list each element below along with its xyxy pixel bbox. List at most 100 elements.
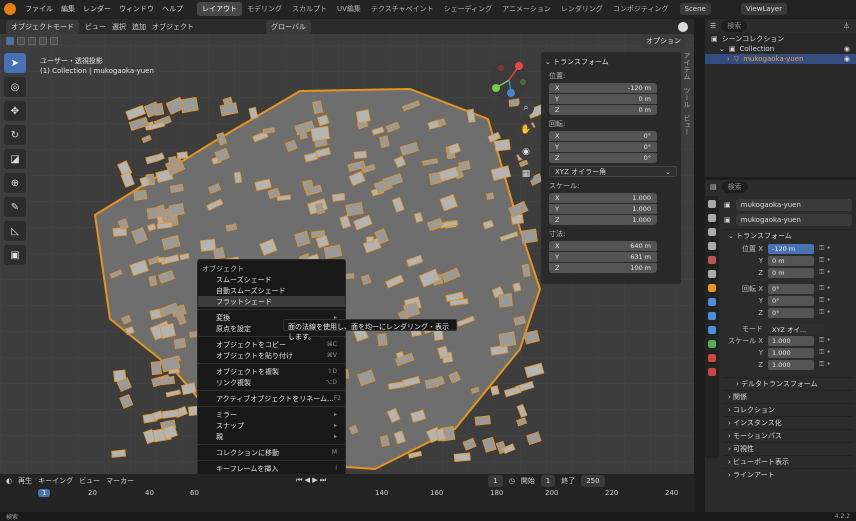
- select-invert-icon[interactable]: [39, 36, 47, 45]
- output-tab-icon[interactable]: [708, 228, 716, 236]
- rotation-value-field[interactable]: 0°: [768, 283, 814, 294]
- rotate-tool-icon[interactable]: ↻: [4, 125, 26, 145]
- context-menu-item[interactable]: スムーズシェード: [198, 274, 345, 285]
- outliner-search-input[interactable]: 検索: [721, 20, 748, 32]
- context-menu-item[interactable]: キーフレームを挿入 I: [198, 463, 345, 474]
- end-frame-field[interactable]: 250: [581, 474, 605, 487]
- tab-shading[interactable]: シェーディング: [439, 2, 498, 16]
- context-menu-item[interactable]: 自動スムーズシェード: [198, 285, 345, 296]
- keyframe-icon[interactable]: ⚿ •: [819, 360, 831, 369]
- context-menu-item[interactable]: オブジェクトを複製 ⇧D: [198, 366, 345, 377]
- add-cube-tool-icon[interactable]: ▣: [4, 245, 26, 265]
- orientation-selector[interactable]: グローバル: [266, 19, 311, 34]
- editor-type-icon[interactable]: ▤: [710, 183, 717, 191]
- context-menu-item[interactable]: スナップ ▸: [198, 420, 345, 431]
- transform-tool-icon[interactable]: ⊕: [4, 173, 26, 193]
- dimensions-z-field[interactable]: Z 100 m: [549, 263, 657, 273]
- data-tab-icon[interactable]: [708, 340, 716, 348]
- filter-icon[interactable]: ⏃: [843, 21, 850, 31]
- options-button[interactable]: オプション: [641, 33, 686, 48]
- context-menu-item[interactable]: コレクションに移動 M: [198, 447, 345, 458]
- select-tool-icon[interactable]: ➤: [4, 53, 26, 73]
- scene-collection-row[interactable]: ▣ シーンコレクション: [705, 34, 856, 44]
- location-value-field[interactable]: -120 m: [768, 243, 814, 254]
- camera-view-icon[interactable]: ◉: [518, 144, 534, 160]
- tab-tool[interactable]: ツール: [683, 87, 691, 108]
- rotation-z-field[interactable]: Z 0°: [549, 153, 657, 163]
- tab-sculpt[interactable]: スカルプト: [287, 2, 332, 16]
- navigation-gizmo[interactable]: [487, 58, 531, 102]
- rotation-value-field[interactable]: 0°: [768, 295, 814, 306]
- select-subtract-icon[interactable]: [28, 36, 36, 45]
- world-tab-icon[interactable]: [708, 270, 716, 278]
- menu-add[interactable]: 追加: [132, 22, 146, 32]
- move-tool-icon[interactable]: ✥: [4, 101, 26, 121]
- rotation-mode-select[interactable]: XYZ オイ...: [768, 323, 824, 334]
- select-intersect-icon[interactable]: [50, 36, 58, 45]
- context-menu-item[interactable]: ミラー ▸: [198, 409, 345, 420]
- tab-compositing[interactable]: コンポジティング: [608, 2, 674, 16]
- properties-section-header[interactable]: › インスタンス化: [724, 416, 852, 429]
- keyframe-icon[interactable]: ⚿ •: [819, 268, 831, 277]
- menu-select[interactable]: 選択: [112, 22, 126, 32]
- perspective-toggle-icon[interactable]: ▦: [518, 166, 534, 182]
- tab-view[interactable]: ビュー: [683, 114, 691, 135]
- start-frame-field[interactable]: 1: [540, 474, 556, 487]
- scale-value-field[interactable]: 1.000: [768, 335, 814, 346]
- menu-view[interactable]: ビュー: [85, 22, 106, 32]
- menu-marker[interactable]: マーカー: [106, 476, 134, 486]
- render-tab-icon[interactable]: [708, 214, 716, 222]
- current-frame-field[interactable]: 1: [488, 474, 503, 487]
- menu-window[interactable]: ウィンドウ: [115, 4, 158, 14]
- properties-section-header[interactable]: › 可視性: [724, 442, 852, 455]
- location-y-field[interactable]: Y 0 m: [549, 94, 657, 104]
- physics-tab-icon[interactable]: [708, 326, 716, 334]
- select-extend-icon[interactable]: [17, 36, 25, 45]
- scale-z-field[interactable]: Z 1.000: [549, 215, 657, 225]
- transform-section-header[interactable]: ⌄ トランスフォーム: [724, 229, 852, 242]
- material-tab-icon[interactable]: [708, 354, 716, 362]
- expand-icon[interactable]: ›: [727, 55, 730, 63]
- tool-tab-icon[interactable]: [708, 200, 716, 208]
- tab-modeling[interactable]: モデリング: [242, 2, 287, 16]
- blender-logo-icon[interactable]: [4, 3, 16, 15]
- expand-icon[interactable]: ⌄: [719, 45, 725, 53]
- context-menu-item[interactable]: オブジェクトをコピー ⌘C: [198, 339, 345, 350]
- keyframe-icon[interactable]: ⚿ •: [819, 256, 831, 265]
- select-box-icon[interactable]: [6, 36, 14, 45]
- pan-hand-icon[interactable]: ✋: [518, 122, 534, 138]
- keyframe-icon[interactable]: ⚿ •: [819, 284, 831, 293]
- measure-tool-icon[interactable]: ◺: [4, 221, 26, 241]
- object-row-mukogaoka[interactable]: › ▽ mukogaoka-yuen ◉: [705, 54, 856, 64]
- keyframe-icon[interactable]: ⚿ •: [819, 244, 831, 253]
- scale-value-field[interactable]: 1.000: [768, 347, 814, 358]
- shading-solid-icon[interactable]: [678, 21, 688, 32]
- dimensions-x-field[interactable]: X 640 m: [549, 241, 657, 251]
- properties-section-header[interactable]: › デルタトランスフォーム: [724, 377, 852, 390]
- menu-edit[interactable]: 編集: [57, 4, 79, 14]
- properties-section-header[interactable]: › コレクション: [724, 403, 852, 416]
- tab-animation[interactable]: アニメーション: [497, 2, 556, 16]
- properties-search-input[interactable]: 検索: [721, 181, 748, 193]
- playback-controls[interactable]: ⏮ ◀ ▶ ⏭: [296, 476, 326, 485]
- scale-tool-icon[interactable]: ◪: [4, 149, 26, 169]
- modifier-tab-icon[interactable]: [708, 298, 716, 306]
- data-name-field[interactable]: mukogaoka-yuen: [735, 213, 852, 226]
- tab-uv-editing[interactable]: UV編集: [332, 2, 366, 16]
- rotation-x-field[interactable]: X 0°: [549, 131, 657, 141]
- collection-row[interactable]: ⌄ ▣ Collection ◉: [705, 44, 856, 54]
- context-menu-item[interactable]: 親 ▸: [198, 431, 345, 442]
- visibility-eye-icon[interactable]: ◉: [844, 45, 850, 53]
- zoom-icon[interactable]: ⌕: [518, 100, 534, 116]
- tab-rendering[interactable]: レンダリング: [556, 2, 608, 16]
- visibility-eye-icon[interactable]: ◉: [844, 55, 850, 63]
- particles-tab-icon[interactable]: [708, 312, 716, 320]
- location-value-field[interactable]: 0 m: [768, 267, 814, 278]
- scale-y-field[interactable]: Y 1.000: [549, 204, 657, 214]
- context-menu-item[interactable]: リンク複製 ⌥D: [198, 377, 345, 388]
- cursor-tool-icon[interactable]: ◎: [4, 77, 26, 97]
- object-name-field[interactable]: mukogaoka-yuen: [735, 198, 852, 211]
- context-menu-item[interactable]: フラットシェード: [198, 296, 345, 307]
- scene-tab-icon[interactable]: [708, 256, 716, 264]
- context-menu-item[interactable]: オブジェクトを貼り付け ⌘V: [198, 350, 345, 361]
